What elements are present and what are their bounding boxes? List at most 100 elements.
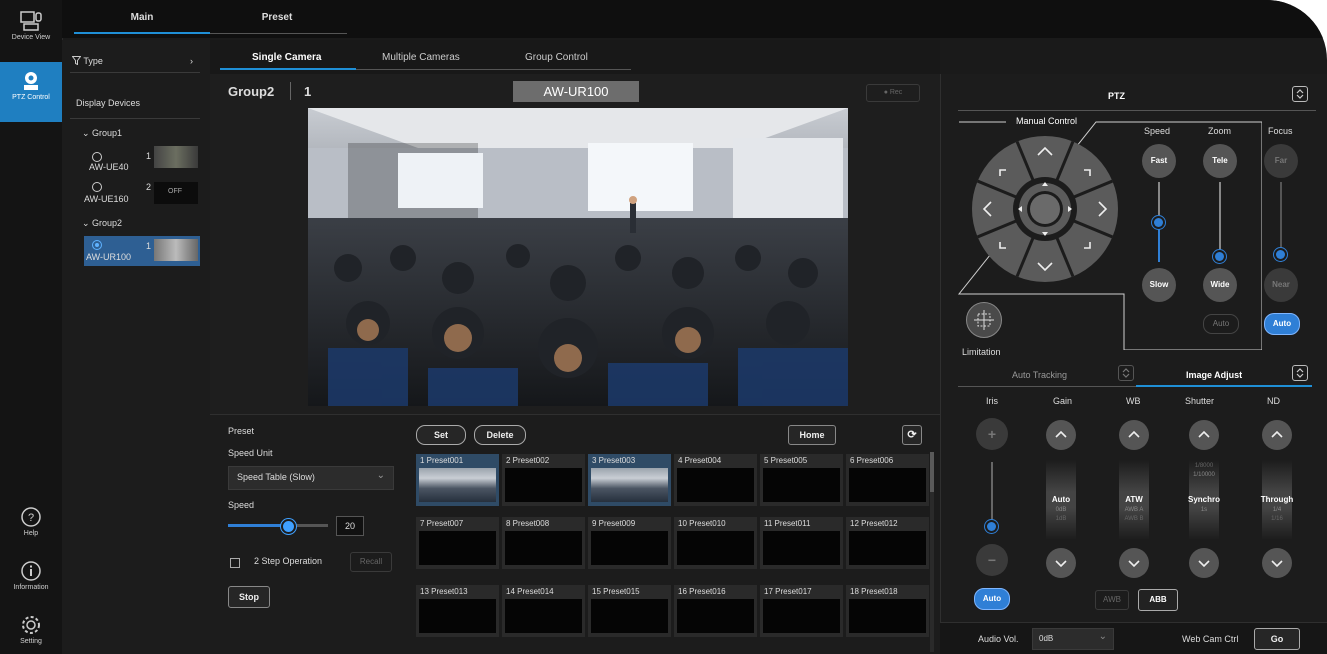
preset-cell[interactable]: 3 Preset003 [588, 454, 671, 506]
tab-main[interactable]: Main [92, 12, 192, 23]
tab-group-control[interactable]: Group Control [525, 52, 588, 63]
nd-next2-value: 1/16 [1271, 516, 1283, 522]
nd-down-button[interactable] [1262, 548, 1292, 578]
preset-cell-label: 7 Preset007 [420, 519, 463, 528]
pan-tilt-pad[interactable] [970, 134, 1120, 284]
type-filter[interactable]: Type [71, 56, 103, 66]
preset-cell[interactable]: 9 Preset009 [588, 517, 671, 569]
wb-down-button[interactable] [1119, 548, 1149, 578]
focus-far-button[interactable]: Far [1264, 144, 1298, 178]
device-thumbnail[interactable]: OFF [154, 182, 198, 204]
chevron-right-icon[interactable]: › [190, 56, 193, 66]
rail-setting[interactable]: Setting [0, 614, 62, 645]
set-button[interactable]: Set [416, 425, 466, 445]
camera-video-feed[interactable] [308, 108, 848, 406]
rail-device-view[interactable]: Device View [0, 10, 62, 41]
focus-thumb[interactable] [1276, 250, 1285, 259]
speed-slow-button[interactable]: Slow [1142, 268, 1176, 302]
rail-help[interactable]: ? Help [0, 506, 62, 537]
preset-cell[interactable]: 14 Preset014 [502, 585, 585, 637]
preset-cell[interactable]: 10 Preset010 [674, 517, 757, 569]
group1-toggle[interactable]: ⌄ Group1 [82, 128, 122, 139]
iris-thumb[interactable] [987, 522, 996, 531]
focus-auto-button[interactable]: Auto [1264, 313, 1300, 335]
preset-cell-name: Preset016 [689, 587, 726, 596]
awb-button[interactable]: AWB [1095, 590, 1129, 610]
tab-multiple-cameras[interactable]: Multiple Cameras [382, 52, 460, 63]
refresh-icon[interactable]: ⟳ [902, 425, 922, 445]
speed-unit-select[interactable]: Speed Table (Slow) ⌄ [228, 466, 394, 490]
iris-auto-button[interactable]: Auto [974, 588, 1010, 610]
preset-cell[interactable]: 13 Preset013 [416, 585, 499, 637]
web-cam-go-button[interactable]: Go [1254, 628, 1300, 650]
device-radio-selected[interactable] [92, 240, 102, 250]
nd-up-button[interactable] [1262, 420, 1292, 450]
speed-value-input[interactable]: 20 [336, 516, 364, 536]
iris-plus-button[interactable]: + [976, 418, 1008, 450]
tab-preset[interactable]: Preset [227, 12, 327, 23]
preset-cell-name: Preset005 [770, 456, 808, 465]
preset-thumbnail [677, 531, 754, 565]
rec-button[interactable]: ● Rec [866, 84, 920, 102]
zoom-tele-button[interactable]: Tele [1203, 144, 1237, 178]
abb-button[interactable]: ABB [1138, 589, 1178, 611]
focus-near-button[interactable]: Near [1264, 268, 1298, 302]
gain-down-button[interactable] [1046, 548, 1076, 578]
ptz-expand-icon[interactable] [1292, 86, 1308, 102]
device-radio[interactable] [92, 152, 102, 162]
limitation-button[interactable] [966, 302, 1002, 338]
preset-cell[interactable]: 18 Preset018 [846, 585, 929, 637]
gain-next-value: 0dB [1055, 507, 1067, 513]
preset-cell[interactable]: 11 Preset011 [760, 517, 843, 569]
shutter-up-button[interactable] [1189, 420, 1219, 450]
rail-information[interactable]: Information [0, 560, 62, 591]
preset-cell[interactable]: 2 Preset002 [502, 454, 585, 506]
image-adjust-expand-icon[interactable] [1292, 365, 1308, 381]
preset-cell[interactable]: 17 Preset017 [760, 585, 843, 637]
two-step-checkbox[interactable] [230, 558, 240, 568]
preset-cell[interactable]: 12 Preset012 [846, 517, 929, 569]
preset-cell[interactable]: 5 Preset005 [760, 454, 843, 506]
preset-cell[interactable]: 15 Preset015 [588, 585, 671, 637]
preset-cell-label: 18 Preset018 [850, 587, 898, 596]
device-thumbnail[interactable] [154, 146, 198, 168]
speed-fast-button[interactable]: Fast [1142, 144, 1176, 178]
preset-cell[interactable]: 6 Preset006 [846, 454, 929, 506]
wb-up-button[interactable] [1119, 420, 1149, 450]
speed-slider-thumb[interactable] [281, 519, 296, 534]
auto-tracking-expand-icon[interactable] [1118, 365, 1134, 381]
gain-up-button[interactable] [1046, 420, 1076, 450]
audio-vol-select[interactable]: 0dB ⌄ [1032, 628, 1114, 650]
ptz-speed-thumb[interactable] [1154, 218, 1163, 227]
zoom-thumb[interactable] [1215, 252, 1224, 261]
tab-image-adjust[interactable]: Image Adjust [1186, 370, 1242, 380]
preset-cell[interactable]: 1 Preset001 [416, 454, 499, 506]
preset-cell[interactable]: 7 Preset007 [416, 517, 499, 569]
iris-minus-button[interactable]: − [976, 544, 1008, 576]
recall-button[interactable]: Recall [350, 552, 392, 572]
zoom-wide-button[interactable]: Wide [1203, 268, 1237, 302]
zoom-track[interactable] [1219, 182, 1221, 262]
preset-cell[interactable]: 4 Preset004 [674, 454, 757, 506]
wb-value: ATW [1125, 495, 1143, 504]
device-radio[interactable] [92, 182, 102, 192]
tab-auto-tracking[interactable]: Auto Tracking [1012, 370, 1067, 380]
shutter-down-button[interactable] [1189, 548, 1219, 578]
tab-single-camera[interactable]: Single Camera [252, 52, 321, 63]
preset-cell[interactable]: 8 Preset008 [502, 517, 585, 569]
zoom-auto-button[interactable]: Auto [1203, 314, 1239, 334]
filter-icon [71, 56, 82, 66]
gain-next2-value: 1dB [1055, 516, 1067, 522]
device-view-icon [20, 11, 42, 31]
audio-vol-label: Audio Vol. [978, 634, 1019, 644]
delete-button[interactable]: Delete [474, 425, 526, 445]
home-button[interactable]: Home [788, 425, 836, 445]
device-thumbnail[interactable] [154, 239, 198, 261]
rail-ptz-control[interactable]: PTZ Control [0, 62, 62, 122]
preset-cell[interactable]: 16 Preset016 [674, 585, 757, 637]
preset-cell-number: 12 [850, 519, 862, 528]
stop-button[interactable]: Stop [228, 586, 270, 608]
preset-cell-label: 1 Preset001 [420, 456, 463, 465]
group2-toggle[interactable]: ⌄ Group2 [82, 218, 122, 229]
preset-scrollbar-thumb[interactable] [930, 452, 934, 492]
